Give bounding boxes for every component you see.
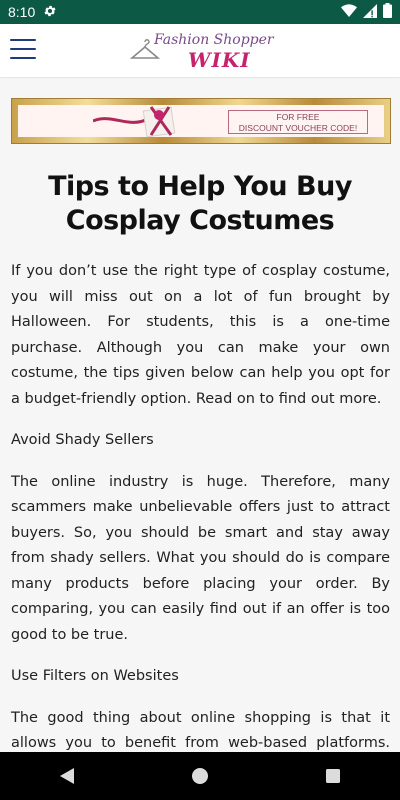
article-title: Tips to Help You Buy Cosplay Costumes: [48, 171, 352, 236]
back-icon[interactable]: [47, 756, 87, 796]
promo-banner[interactable]: FOR FREE DISCOUNT VOUCHER CODE!: [11, 98, 391, 144]
article-subheading: Use Filters on Websites: [11, 668, 179, 684]
article-body: If you don’t use the right type of cospl…: [11, 259, 390, 800]
recent-apps-icon[interactable]: [313, 756, 353, 796]
voucher-line2: DISCOUNT VOUCHER CODE!: [238, 123, 358, 133]
app-header: Fashion Shopper WIKI: [0, 24, 400, 78]
logo-text-line2: WIKI: [188, 48, 251, 72]
article-subheading: Avoid Shady Sellers: [11, 432, 154, 448]
article-paragraph: The online industry is huge. Therefore, …: [11, 473, 390, 643]
wifi-icon: [341, 3, 357, 21]
settings-gear-icon: [43, 4, 57, 21]
home-icon[interactable]: [180, 756, 220, 796]
battery-icon: [383, 3, 392, 21]
hamburger-menu-icon[interactable]: [10, 39, 36, 59]
article-paragraph: If you don’t use the right type of cospl…: [11, 263, 390, 407]
banner-inner: FOR FREE DISCOUNT VOUCHER CODE!: [18, 105, 384, 138]
voucher-line1: FOR FREE: [276, 112, 320, 122]
logo-text-line1: Fashion Shopper: [154, 32, 274, 48]
gift-box-icon: [92, 101, 183, 145]
status-time: 8:10: [8, 4, 36, 20]
status-bar: 8:10: [0, 0, 400, 24]
signal-icon: [363, 3, 377, 21]
site-logo[interactable]: Fashion Shopper WIKI: [129, 30, 275, 74]
voucher-text-box: FOR FREE DISCOUNT VOUCHER CODE!: [228, 110, 368, 134]
system-navigation-bar: [0, 752, 400, 800]
